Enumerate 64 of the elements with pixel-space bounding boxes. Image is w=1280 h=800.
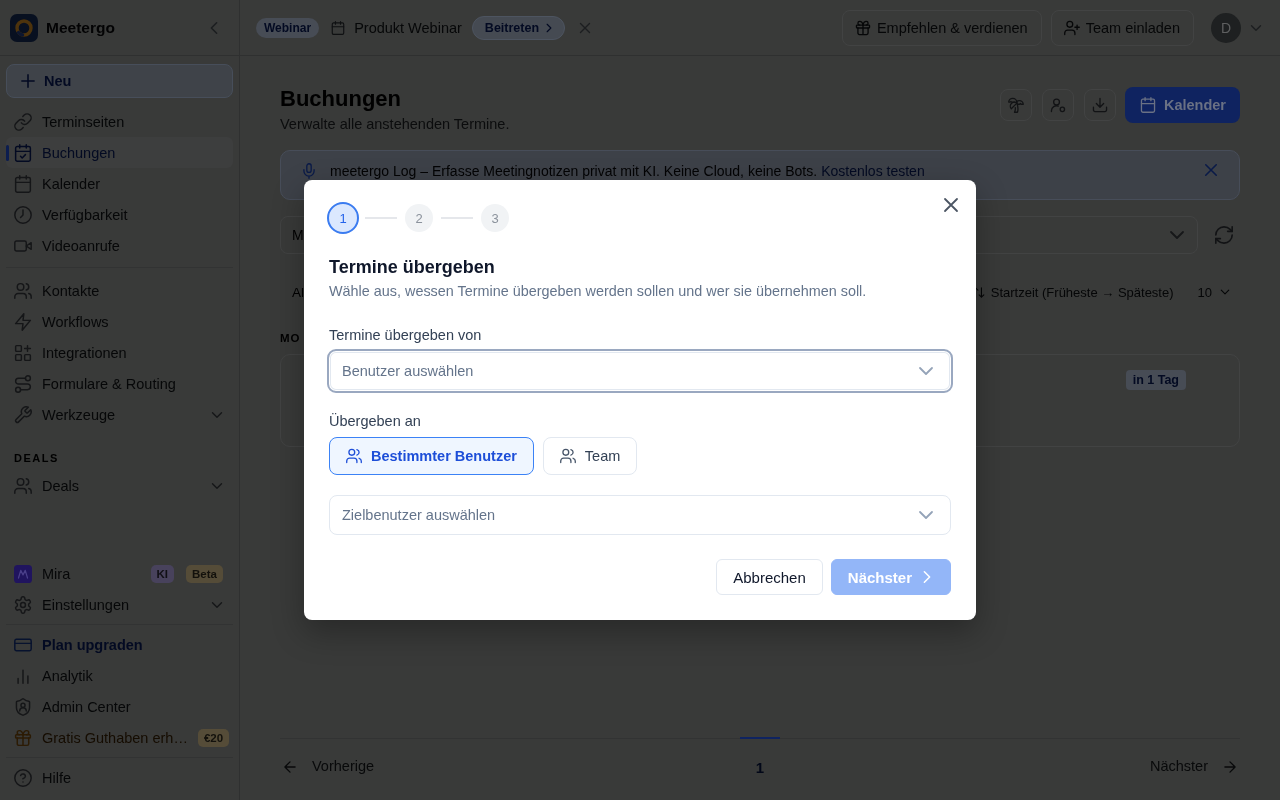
- arrow-right-icon: [1222, 758, 1238, 775]
- chevron-down-icon: [1220, 287, 1230, 297]
- time-badge: in 1 Tag: [1125, 370, 1186, 390]
- step-indicator: 1: [327, 202, 359, 234]
- section-heading: DEALS: [14, 452, 60, 464]
- field-label: Übergeben an: [329, 412, 422, 431]
- microphone-icon: [301, 163, 317, 179]
- users-icon: [14, 281, 32, 300]
- option-button[interactable]: Bestimmter Benutzer: [329, 437, 534, 475]
- grid-plus-icon: [14, 343, 32, 362]
- cancel-button[interactable]: Abbrechen: [716, 559, 823, 595]
- users-icon: [559, 448, 576, 464]
- route-icon: [14, 374, 32, 393]
- event-type-badge: Webinar: [256, 17, 320, 38]
- page-title: Buchungen: [280, 86, 402, 112]
- clock-icon: [14, 205, 32, 224]
- calendar-icon: [14, 174, 32, 193]
- user-plus-icon: [1063, 19, 1080, 36]
- download-button[interactable]: [1083, 89, 1116, 121]
- link-icon: [14, 112, 32, 131]
- user-gear-icon: [1049, 97, 1066, 113]
- lightning-icon: [14, 312, 32, 331]
- calendar-icon: [331, 20, 346, 35]
- user-avatar[interactable]: D: [1211, 12, 1241, 43]
- dialog-title: Termine übergeben: [329, 256, 496, 279]
- field-label: Termine übergeben von: [329, 326, 483, 345]
- gift-icon: [854, 19, 871, 36]
- new-button[interactable]: Neu: [6, 64, 233, 98]
- banner-text: meetergo Log – Erfasse Meetingnotizen privat mit KI. Keine Cloud, keine Bots. Kostenlos testen: [330, 163, 926, 179]
- nav-badge: KI: [150, 564, 175, 583]
- dialog-description: Wähle aus, wessen Termine übergeben werden sollen und wer sie übernehmen soll.: [329, 282, 868, 301]
- shield-user-icon: [14, 697, 32, 716]
- close-icon[interactable]: [943, 197, 959, 213]
- settings-icon: [14, 595, 32, 614]
- user-settings-button[interactable]: [1041, 89, 1074, 121]
- section-heading: MO: [280, 332, 301, 344]
- users-icon: [14, 476, 32, 495]
- assistant-tile-icon: [14, 564, 32, 583]
- users-icon: [346, 448, 362, 464]
- nav-badge: Beta: [186, 564, 223, 583]
- plus-icon: [21, 74, 35, 88]
- nav-item[interactable]: Gratis Guthaben erh… €20: [6, 722, 233, 753]
- calendar-button[interactable]: Kalender: [1124, 87, 1240, 123]
- arrow-left-icon: [282, 758, 298, 775]
- help-icon: [14, 768, 32, 787]
- logo-icon: [10, 13, 38, 42]
- step-indicator: 2: [405, 204, 433, 232]
- gift-icon: [14, 728, 32, 747]
- target-user-select[interactable]: Zielbenutzer auswählen: [329, 495, 951, 535]
- join-button[interactable]: Beitreten: [471, 15, 566, 40]
- vacation-button[interactable]: [999, 89, 1032, 121]
- nav-item[interactable]: Buchungen: [6, 137, 233, 168]
- palm-tree-icon: [1007, 97, 1024, 113]
- nav-badge: €20: [197, 728, 230, 747]
- calendar-icon: [1139, 97, 1156, 113]
- user-select[interactable]: Benutzer auswählen: [327, 349, 953, 393]
- refresh-icon[interactable]: [1214, 225, 1234, 245]
- download-icon: [1091, 97, 1108, 113]
- brand-name: Meetergo: [46, 18, 115, 37]
- wrench-icon: [14, 405, 32, 424]
- step-indicator: 3: [481, 204, 509, 232]
- try-free-link[interactable]: Kostenlos testen: [821, 163, 925, 179]
- option-button[interactable]: Team: [542, 437, 638, 475]
- calendar-check-icon: [14, 143, 32, 162]
